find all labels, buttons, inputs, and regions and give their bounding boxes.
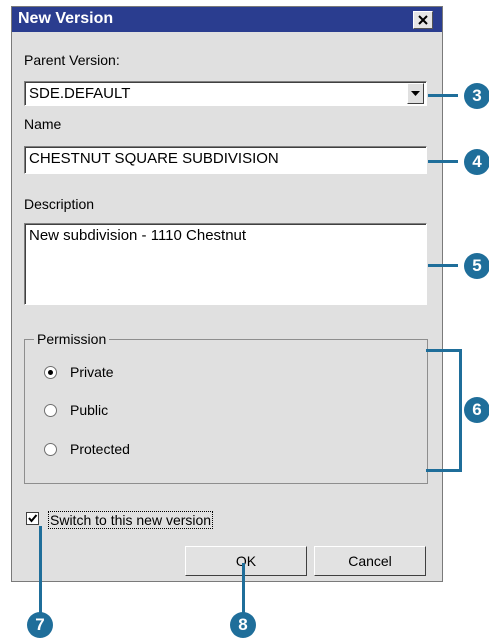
close-button[interactable]: [413, 11, 433, 29]
callout-6: 6: [464, 397, 489, 423]
name-input[interactable]: CHESTNUT SQUARE SUBDIVISION: [24, 146, 427, 174]
name-label: Name: [24, 116, 62, 132]
cancel-button[interactable]: Cancel: [314, 546, 426, 576]
description-label: Description: [24, 196, 95, 212]
description-textarea[interactable]: New subdivision - 1110 Chestnut: [24, 223, 427, 305]
radio-public-button[interactable]: [44, 404, 57, 417]
parent-version-value: SDE.DEFAULT: [29, 85, 131, 102]
callout-7: 7: [27, 612, 53, 638]
callout-3: 3: [464, 83, 489, 109]
permission-legend: Permission: [34, 331, 110, 347]
switch-version-label: Switch to this new version: [48, 511, 214, 529]
dialog-title: New Version: [18, 10, 114, 27]
ok-button[interactable]: OK: [185, 546, 307, 576]
callout-6-bracket-top: [426, 349, 462, 352]
close-icon: [418, 15, 428, 25]
checkmark-icon: [28, 514, 38, 523]
callout-5-line: [428, 264, 458, 267]
radio-protected-button[interactable]: [44, 443, 57, 456]
chevron-down-icon: [411, 91, 420, 96]
callout-8-line: [242, 563, 245, 618]
callout-4: 4: [464, 149, 489, 175]
radio-private-button[interactable]: [44, 366, 57, 379]
callout-6-bracket-bottom: [426, 469, 462, 472]
callout-7-line: [39, 526, 42, 618]
callout-4-line: [428, 160, 458, 163]
switch-version-checkbox[interactable]: [26, 512, 39, 525]
callout-3-line: [428, 94, 458, 97]
callout-6-bracket-side: [459, 349, 462, 472]
parent-version-combobox[interactable]: SDE.DEFAULT: [24, 81, 427, 106]
radio-private-label: Private: [70, 364, 114, 380]
radio-protected-label: Protected: [70, 441, 130, 457]
callout-5: 5: [464, 253, 489, 279]
parent-version-label: Parent Version:: [24, 52, 120, 68]
description-value: New subdivision - 1110 Chestnut: [29, 227, 247, 244]
dropdown-button[interactable]: [407, 83, 424, 104]
callout-8: 8: [230, 612, 256, 638]
name-value: CHESTNUT SQUARE SUBDIVISION: [29, 150, 279, 167]
radio-public-label: Public: [70, 402, 109, 418]
